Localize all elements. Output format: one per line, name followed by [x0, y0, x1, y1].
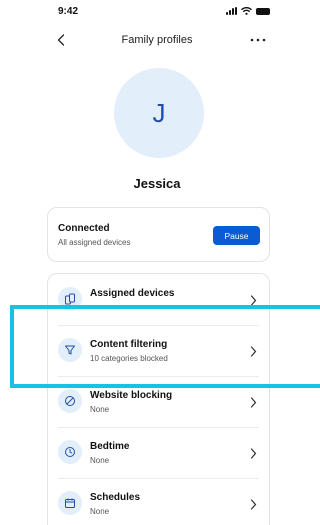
settings-item-subtitle: None — [90, 507, 110, 516]
connection-status: Connected — [58, 223, 110, 234]
settings-item-bedtime[interactable]: Bedtime None — [48, 427, 269, 478]
settings-item-title: Schedules — [90, 492, 141, 503]
settings-item-assigned-devices[interactable]: Assigned devices — [48, 274, 269, 325]
settings-item-subtitle: None — [90, 456, 110, 465]
wifi-icon — [241, 7, 252, 15]
divider — [58, 376, 259, 377]
signal-icon — [226, 7, 237, 15]
chevron-right-icon — [249, 395, 257, 409]
chevron-right-icon — [249, 497, 257, 511]
settings-item-title: Bedtime — [90, 441, 130, 452]
status-icons — [226, 7, 270, 15]
connection-scope: All assigned devices — [58, 238, 131, 247]
filter-icon — [58, 338, 82, 362]
settings-item-title: Website blocking — [90, 390, 173, 401]
more-options-button[interactable] — [246, 33, 270, 47]
status-time: 9:42 — [58, 6, 79, 17]
chevron-right-icon — [249, 293, 257, 307]
settings-item-schedules[interactable]: Schedules None — [48, 478, 269, 525]
battery-icon — [256, 7, 270, 15]
more-horizontal-icon — [250, 38, 266, 42]
settings-item-title: Content filtering — [90, 339, 168, 350]
profile-name: Jessica — [133, 176, 181, 191]
pause-button[interactable]: Pause — [213, 226, 260, 245]
settings-item-content-filtering[interactable]: Content filtering 10 categories blocked — [48, 325, 269, 376]
devices-icon — [58, 287, 82, 311]
settings-list: Assigned devices Content filtering 10 ca… — [47, 273, 270, 525]
calendar-icon — [58, 491, 82, 515]
status-bar: 9:42 — [0, 0, 314, 24]
settings-item-title: Assigned devices — [90, 288, 175, 299]
chevron-right-icon — [249, 344, 257, 358]
divider — [58, 325, 259, 326]
divider — [58, 478, 259, 479]
settings-item-subtitle: None — [90, 405, 110, 414]
block-icon — [58, 389, 82, 413]
divider — [58, 427, 259, 428]
chevron-right-icon — [249, 446, 257, 460]
connection-card: Connected All assigned devices Pause — [47, 207, 270, 262]
clock-icon — [58, 440, 82, 464]
nav-bar: Family profiles — [0, 28, 314, 52]
avatar-initial: J — [152, 97, 166, 128]
settings-item-website-blocking[interactable]: Website blocking None — [48, 376, 269, 427]
settings-item-subtitle: 10 categories blocked — [90, 354, 168, 363]
avatar: J — [114, 68, 204, 158]
